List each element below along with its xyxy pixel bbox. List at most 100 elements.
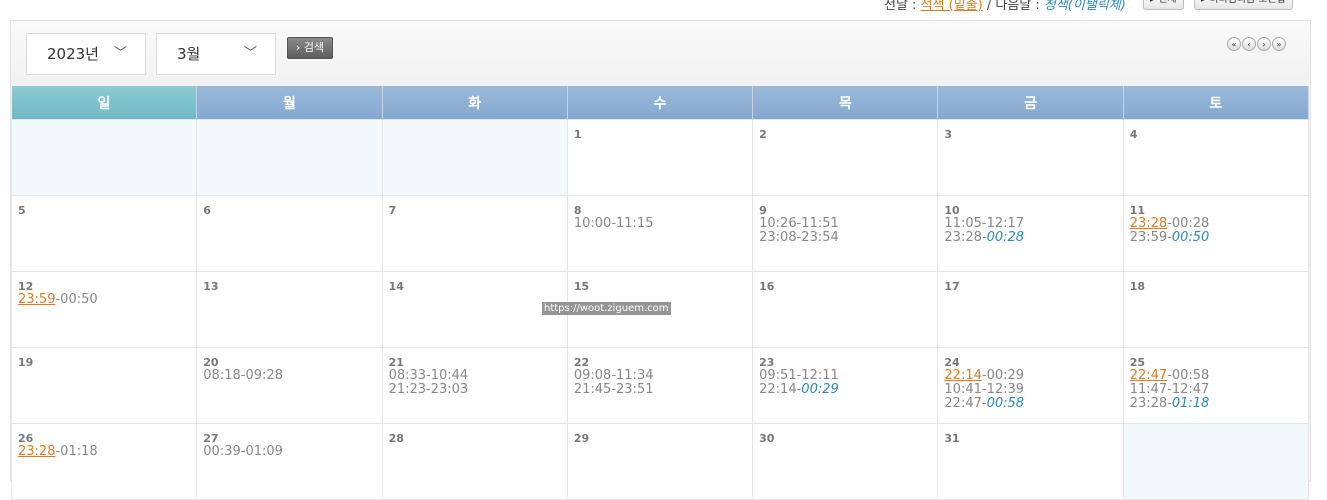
start-time: 21:45 [573,382,612,397]
day-cell[interactable]: 13 [196,271,383,348]
start-time: 22:14 [944,368,982,383]
legend-separator: / [982,0,996,13]
time-range: 09:08-11:34 [574,369,752,383]
day-cell[interactable]: 10 11:05-12:17 23:28-00:28 [937,195,1124,272]
week-row: 1 2 3 4 [10,119,1310,196]
end-time: 10:44 [430,368,469,383]
time-list: 09:51-12:11 22:14-00:29 [759,369,937,397]
day-cell[interactable]: 25 22:47-00:58 11:47-12:47 23:28-01:18 [1122,347,1310,424]
legend-next-color: 청색(이탤릭체) [1043,0,1126,13]
day-number: 18 [1129,280,1145,293]
day-cell[interactable]: 4 [1122,119,1310,196]
end-time: 12:11 [801,368,839,383]
end-time: 00:50 [1171,230,1210,245]
first-page-icon[interactable]: « [1227,37,1241,51]
chevron-down-icon: ﹀ [243,46,257,61]
last-page-icon[interactable]: » [1272,37,1286,51]
prev-page-icon[interactable]: ‹ [1242,37,1256,51]
legend-prev-color: 적색 (밑줄) [920,0,983,13]
start-time: 23:28 [944,230,982,245]
time-range: 23:08-23:54 [759,231,937,245]
weekday-header: 수 [567,86,754,120]
day-cell[interactable]: 16 [752,271,939,348]
end-time: 00:29 [801,382,839,397]
day-cell[interactable]: 6 [196,195,383,272]
time-list: 23:28-00:28 23:59-00:50 [1130,217,1308,245]
time-range: 22:47-00:58 [944,397,1122,411]
end-time: 09:28 [245,368,283,383]
day-cell[interactable]: 24 22:14-00:29 10:41-12:39 22:47-00:58 [937,347,1124,424]
day-number: 1 [573,128,582,141]
time-list: 00:39-01:09 [203,445,381,459]
day-cell[interactable] [381,119,568,196]
day-cell[interactable]: 2 [752,119,939,196]
day-number: 29 [573,432,590,445]
day-cell[interactable]: 12 23:59-00:50 [10,271,198,348]
day-cell[interactable]: 18 [1122,271,1310,348]
time-list: 10:00-11:15 [574,217,752,231]
time-list: 22:14-00:29 10:41-12:39 22:47-00:58 [944,369,1122,411]
legend-text: 전날 : 적색 (밑줄) / 다음날 : 청색(이탤릭체) [884,0,1126,13]
start-time: 21:23 [388,382,427,397]
time-range: 21:45-23:51 [574,383,752,397]
day-cell[interactable]: 22 09:08-11:34 21:45-23:51 [566,347,754,424]
end-time: 00:58 [986,396,1025,411]
day-cell[interactable]: 7 [381,195,568,272]
time-list: 11:05-12:17 23:28-00:28 [944,217,1122,245]
day-number: 19 [18,356,34,369]
day-cell[interactable]: 17 [937,271,1124,348]
time-range: 11:47-12:47 [1130,383,1308,397]
time-list: 23:28-01:18 [18,445,196,459]
time-range: 09:51-12:11 [759,369,937,383]
year-select[interactable]: 2023년 ﹀ [26,33,146,75]
start-time: 22:47 [1129,368,1168,383]
day-cell[interactable]: 5 [10,195,198,272]
end-time: 00:28 [986,230,1025,245]
end-time: 00:28 [1171,216,1210,231]
time-list: 08:33-10:44 21:23-23:03 [389,369,567,397]
day-cell[interactable]: 23 09:51-12:11 22:14-00:29 [752,347,939,424]
week-row: 5 6 7 8 10:00-11:15 9 10:26-11:51 23:08-23:54 10… [10,195,1310,272]
day-cell[interactable]: 9 10:26-11:51 23:08-23:54 [752,195,939,272]
day-cell[interactable]: 30 [752,423,939,500]
time-range: 23:28-00:28 [944,231,1122,245]
month-value: 3월 [177,45,201,63]
start-time: 23:08 [759,230,797,245]
day-cell[interactable]: 11 23:28-00:28 23:59-00:50 [1122,195,1310,272]
day-number: 16 [759,280,775,293]
day-cell[interactable]: 29 [566,423,754,500]
start-time: 11:47 [1129,382,1168,397]
day-cell[interactable] [1122,423,1310,500]
time-range: 00:39-01:09 [203,445,381,459]
time-range: 23:59-00:50 [18,293,196,307]
end-time: 11:15 [616,216,654,231]
day-cell[interactable]: 26 23:28-01:18 [10,423,198,500]
time-list: 22:47-00:58 11:47-12:47 23:28-01:18 [1130,369,1308,411]
open-button[interactable]: ▸ 미디엄리움 오픈합 [1194,0,1293,10]
end-time: 00:50 [60,292,98,307]
time-range: 11:05-12:17 [944,217,1122,231]
day-cell[interactable] [10,119,198,196]
next-page-icon[interactable]: › [1257,37,1271,51]
day-cell[interactable]: 1 [566,119,754,196]
month-select[interactable]: 3월 ﹀ [156,33,276,75]
day-cell[interactable]: 3 [937,119,1124,196]
day-cell[interactable]: 20 08:18-09:28 [196,347,383,424]
day-cell[interactable]: 31 [937,423,1124,500]
all-button[interactable]: ▸ 전체 [1143,0,1184,10]
weekday-header: 목 [752,86,939,120]
calendar-table: 일 월 화 수 목 금 토 1 2 3 4 5 6 7 8 10:00-11:15 9 10:26-… [10,86,1310,500]
day-number: 13 [203,280,219,293]
day-cell[interactable]: 8 10:00-11:15 [566,195,754,272]
start-time: 10:26 [759,216,797,231]
day-cell[interactable]: 28 [381,423,568,500]
day-cell[interactable]: 19 [10,347,198,424]
day-cell[interactable] [196,119,383,196]
day-cell[interactable]: 14 [381,271,568,348]
day-cell[interactable]: 21 08:33-10:44 21:23-23:03 [381,347,568,424]
end-time: 01:09 [245,444,283,459]
time-list: 10:26-11:51 23:08-23:54 [759,217,937,245]
search-button[interactable]: › 검색 [287,37,333,59]
day-cell[interactable]: 27 00:39-01:09 [196,423,383,500]
end-time: 12:47 [1171,382,1210,397]
